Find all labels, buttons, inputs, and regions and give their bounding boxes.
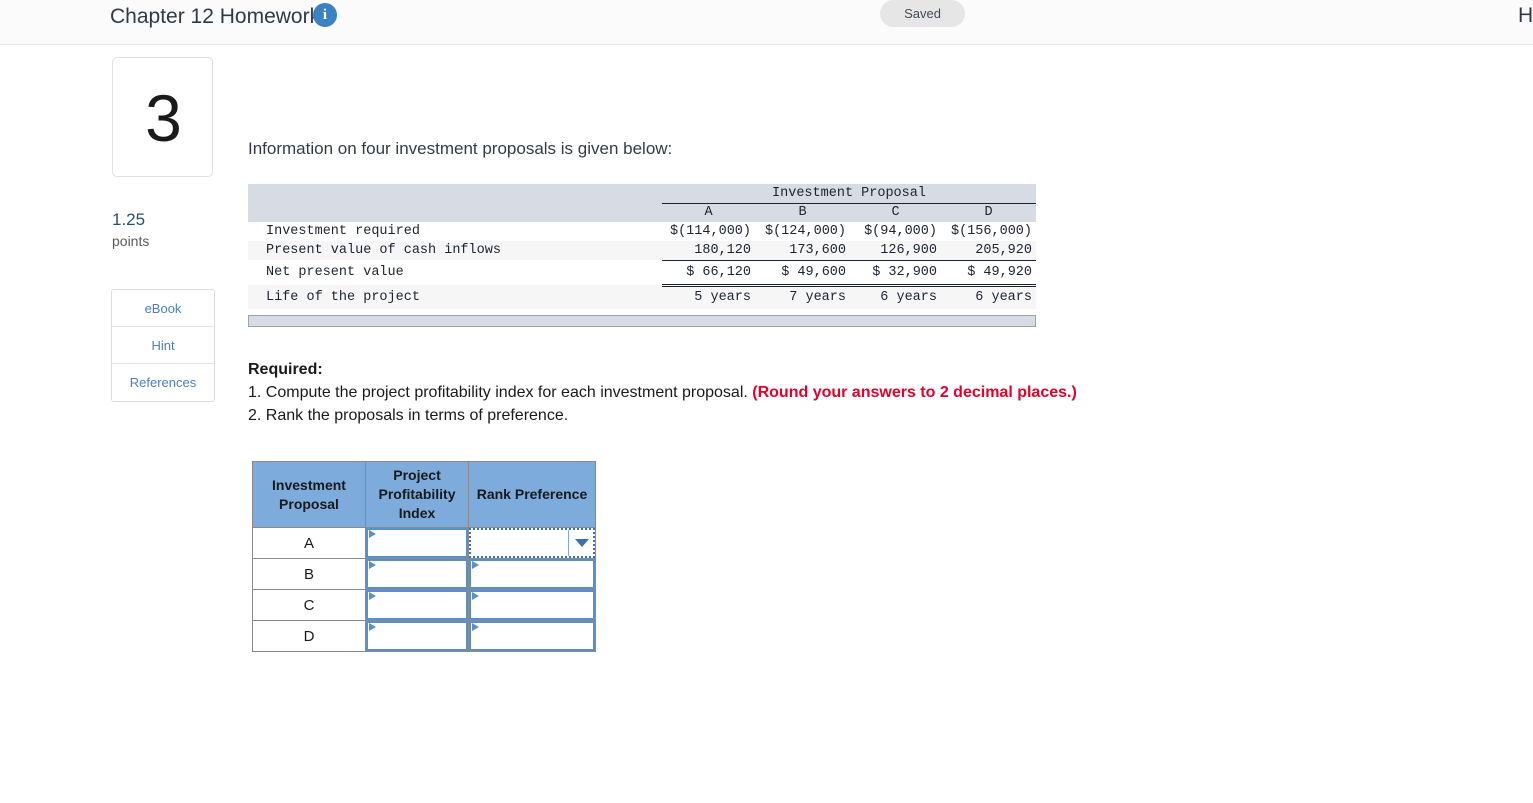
table-row: Present value of cash inflows 180,120 17… (248, 241, 1036, 261)
answer-header-investment-proposal: Investment Proposal (252, 461, 366, 528)
status-badge: Saved (880, 0, 965, 27)
rank-cell-b[interactable] (468, 558, 596, 590)
cell-marker-triangle-icon (369, 592, 376, 600)
ppi-input-d[interactable] (366, 621, 468, 651)
cell-value: $(124,000) (755, 222, 850, 241)
ppi-input-b[interactable] (366, 559, 468, 589)
row-label-present-value-inflows: Present value of cash inflows (248, 241, 662, 260)
cell-value: $ 49,600 (755, 260, 850, 287)
group-header-label: Investment Proposal (662, 184, 1036, 204)
rank-cell-d[interactable] (468, 620, 596, 652)
requirement-1: 1. Compute the project profitability ind… (248, 384, 1077, 402)
rank-cell-c[interactable] (468, 589, 596, 621)
answer-header-rank-preference: Rank Preference (468, 461, 596, 528)
cell-value: $ 49,920 (941, 260, 1036, 287)
ppi-cell-d[interactable] (365, 620, 469, 652)
dropdown-caret-wrap[interactable] (568, 530, 589, 556)
points-value: 1.25 (112, 210, 146, 229)
cell-marker-triangle-icon (472, 592, 479, 600)
investment-data-table: Investment Proposal A B C D Investment r… (248, 184, 1036, 309)
cell-value: 126,900 (850, 241, 941, 261)
proposal-label-b: B (252, 558, 366, 590)
cell-value: $ 32,900 (850, 260, 941, 287)
ppi-input-c[interactable] (366, 590, 468, 620)
cell-value: $(94,000) (850, 222, 941, 241)
ppi-input-a[interactable] (366, 528, 468, 558)
table-row: Net present value $ 66,120 $ 49,600 $ 32… (248, 260, 1036, 287)
answer-input-table: Investment Proposal Project Profitabilit… (252, 461, 596, 652)
spacer-cell (248, 184, 662, 203)
question-number: 3 (145, 81, 182, 155)
cell-marker-triangle-icon (369, 530, 376, 538)
cell-marker-triangle-icon (472, 561, 479, 569)
answer-header-profitability-index: Project Profitability Index (365, 461, 469, 528)
row-label-investment-required: Investment required (248, 222, 662, 241)
cell-value: 7 years (755, 285, 850, 309)
rail-button-group: eBook Hint References (111, 289, 215, 402)
rank-input-b[interactable] (469, 559, 595, 589)
rank-input-c[interactable] (469, 590, 595, 620)
data-table-group-header-row: Investment Proposal (248, 184, 1036, 204)
cell-value: $ 66,120 (662, 260, 755, 287)
column-header-d: D (941, 203, 1036, 222)
cell-value: 180,120 (662, 241, 755, 261)
rank-input-d[interactable] (469, 621, 595, 651)
table-row: Investment required $(114,000) $(124,000… (248, 222, 1036, 241)
info-icon[interactable]: i (313, 3, 337, 27)
column-header-a: A (662, 203, 755, 222)
table-row: B (252, 558, 596, 590)
cell-value: $(156,000) (941, 222, 1036, 241)
table-row: C (252, 589, 596, 621)
spacer-cell (248, 203, 662, 222)
proposal-label-d: D (252, 620, 366, 652)
table-row: D (252, 620, 596, 652)
top-bar: Chapter 12 Homework i Saved H (0, 0, 1533, 45)
page-title: Chapter 12 Homework (110, 5, 321, 28)
references-button[interactable]: References (112, 364, 214, 401)
cell-marker-triangle-icon (472, 623, 479, 631)
row-label-life-of-project: Life of the project (248, 285, 662, 309)
cell-value: 5 years (662, 285, 755, 309)
ebook-button[interactable]: eBook (112, 290, 214, 327)
row-label-net-present-value: Net present value (248, 260, 662, 285)
hint-button[interactable]: Hint (112, 327, 214, 364)
column-header-b: B (755, 203, 850, 222)
data-table-column-header-row: A B C D (248, 203, 1036, 222)
rank-dropdown-a[interactable] (469, 528, 595, 558)
column-header-c: C (850, 203, 941, 222)
requirement-1-warning: (Round your answers to 2 decimal places.… (752, 384, 1077, 401)
table-row: Life of the project 5 years 7 years 6 ye… (248, 285, 1036, 309)
cell-value: 6 years (850, 285, 941, 309)
chevron-down-icon[interactable] (575, 539, 589, 547)
right-edge-label: H (1518, 4, 1533, 27)
requirement-2: 2. Rank the proposals in terms of prefer… (248, 407, 569, 424)
ppi-cell-c[interactable] (365, 589, 469, 621)
ppi-cell-b[interactable] (365, 558, 469, 590)
points-label: points (112, 233, 150, 249)
question-number-box: 3 (112, 57, 213, 177)
cell-value: $(114,000) (662, 222, 755, 241)
data-table-horizontal-scrollbar[interactable] (248, 315, 1036, 327)
proposal-label-a: A (252, 527, 366, 559)
cell-value: 205,920 (941, 241, 1036, 261)
intro-text: Information on four investment proposals… (248, 139, 673, 158)
proposal-label-c: C (252, 589, 366, 621)
table-row: A (252, 527, 596, 559)
answer-table-header-row: Investment Proposal Project Profitabilit… (252, 461, 596, 528)
ppi-cell-a[interactable] (365, 527, 469, 559)
cell-value: 173,600 (755, 241, 850, 261)
requirement-1-text: 1. Compute the project profitability ind… (248, 384, 753, 401)
rank-cell-a[interactable] (468, 527, 596, 559)
cell-value: 6 years (941, 285, 1036, 309)
cell-marker-triangle-icon (369, 623, 376, 631)
required-heading: Required: (248, 361, 323, 378)
cell-marker-triangle-icon (369, 561, 376, 569)
